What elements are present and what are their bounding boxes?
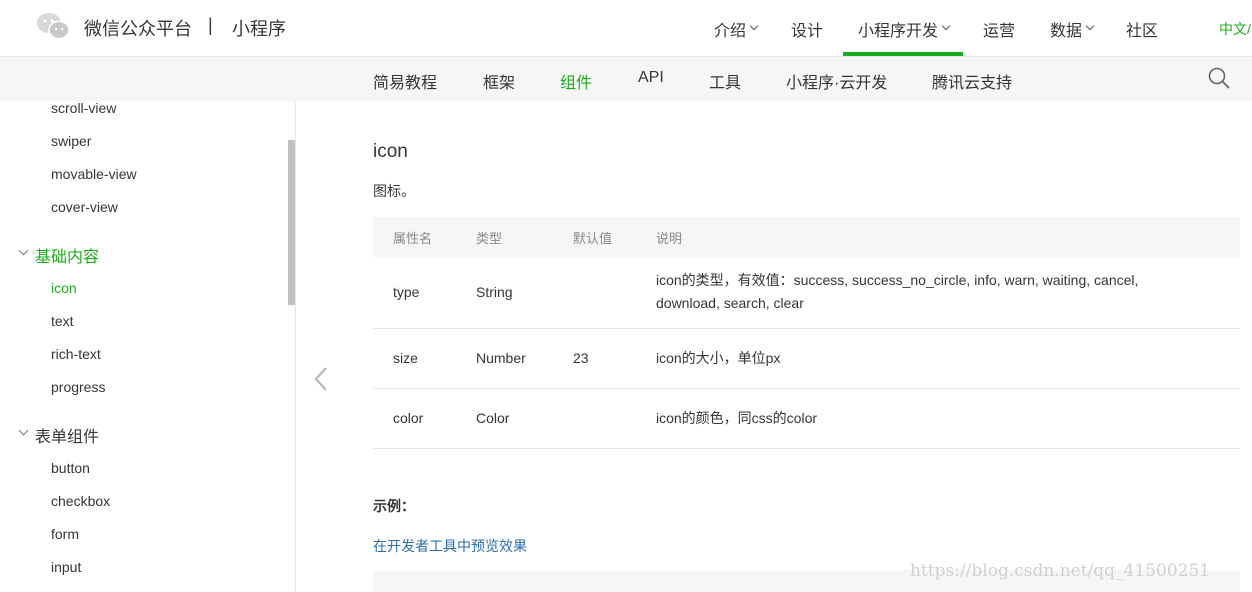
page-description: 图标。 bbox=[373, 183, 415, 199]
property-table: 属性名 类型 默认值 说明 type String icon的类型，有效值：su… bbox=[373, 217, 1240, 449]
nav-operations[interactable]: 运营 bbox=[983, 0, 1015, 57]
preview-in-devtools-link[interactable]: 在开发者工具中预览效果 bbox=[373, 536, 527, 556]
chevron-down-icon bbox=[749, 21, 759, 31]
cell-default: 23 bbox=[553, 328, 636, 389]
subnav-api[interactable]: API bbox=[638, 69, 664, 87]
sidebar-item-text[interactable]: text bbox=[51, 313, 74, 329]
sidebar-item-form[interactable]: form bbox=[51, 526, 79, 542]
sidebar-item-cover-view[interactable]: cover-view bbox=[51, 199, 118, 215]
column-header-type: 类型 bbox=[456, 217, 553, 257]
subnav-cloud-dev[interactable]: 小程序·云开发 bbox=[786, 69, 887, 93]
column-header-name: 属性名 bbox=[373, 217, 456, 257]
cell-description: icon的颜色，同css的color bbox=[636, 388, 1240, 449]
sidebar-item-rich-text[interactable]: rich-text bbox=[51, 346, 101, 362]
chevron-down-icon[interactable] bbox=[18, 245, 29, 256]
nav-intro[interactable]: 介绍 bbox=[714, 0, 759, 57]
cell-type: Color bbox=[456, 388, 553, 449]
sidebar-item-progress[interactable]: progress bbox=[51, 379, 105, 395]
subnav-tutorial[interactable]: 简易教程 bbox=[373, 69, 437, 93]
nav-operations-label: 运营 bbox=[983, 22, 1016, 40]
sidebar-group-basic-content[interactable]: 基础内容 bbox=[35, 243, 99, 267]
table-header-row: 属性名 类型 默认值 说明 bbox=[373, 217, 1240, 257]
sidebar-group-form-components[interactable]: 表单组件 bbox=[35, 423, 99, 447]
subnav-components[interactable]: 组件 bbox=[560, 69, 592, 93]
table-row: color Color icon的颜色，同css的color bbox=[373, 388, 1240, 449]
cell-type: Number bbox=[456, 328, 553, 389]
sidebar-item-swiper[interactable]: swiper bbox=[51, 133, 91, 149]
sidebar: scroll-view swiper movable-view cover-vi… bbox=[0, 100, 296, 592]
nav-data-label: 数据 bbox=[1050, 22, 1083, 40]
cell-default bbox=[553, 257, 636, 329]
miniprogram-title[interactable]: 小程序 bbox=[232, 15, 286, 41]
platform-brand[interactable]: 微信公众平台 bbox=[84, 15, 192, 41]
nav-community[interactable]: 社区 bbox=[1126, 0, 1158, 57]
top-header: 微信公众平台 | 小程序 介绍 设计 小程序开发 运营 数据 社区 中文/ bbox=[0, 0, 1252, 57]
sidebar-item-movable-view[interactable]: movable-view bbox=[51, 166, 137, 182]
sidebar-scrollbar[interactable] bbox=[288, 140, 295, 305]
cell-name: type bbox=[373, 257, 456, 329]
nav-design-label: 设计 bbox=[791, 22, 824, 40]
chevron-down-icon bbox=[941, 21, 951, 31]
nav-intro-label: 介绍 bbox=[714, 22, 747, 40]
sidebar-item-input[interactable]: input bbox=[51, 559, 81, 575]
table-row: type String icon的类型，有效值：success, success… bbox=[373, 257, 1240, 329]
example-heading: 示例： bbox=[373, 498, 415, 514]
nav-data[interactable]: 数据 bbox=[1050, 0, 1095, 57]
subnav-framework[interactable]: 框架 bbox=[483, 69, 515, 93]
cell-default bbox=[553, 388, 636, 449]
nav-development[interactable]: 小程序开发 bbox=[858, 0, 951, 57]
table-row: size Number 23 icon的大小，单位px bbox=[373, 328, 1240, 389]
nav-development-label: 小程序开发 bbox=[858, 22, 939, 40]
chevron-down-icon[interactable] bbox=[18, 425, 29, 436]
sidebar-item-checkbox[interactable]: checkbox bbox=[51, 493, 110, 509]
nav-community-label: 社区 bbox=[1126, 22, 1159, 40]
column-header-default: 默认值 bbox=[553, 217, 636, 257]
language-switch[interactable]: 中文/ bbox=[1219, 19, 1251, 39]
cell-type: String bbox=[456, 257, 553, 329]
sidebar-item-scroll-view[interactable]: scroll-view bbox=[51, 100, 116, 116]
cell-description: icon的大小，单位px bbox=[636, 328, 1240, 389]
cell-name: size bbox=[373, 328, 456, 389]
cell-description: icon的类型，有效值：success, success_no_circle, … bbox=[636, 257, 1240, 329]
cell-name: color bbox=[373, 388, 456, 449]
sidebar-item-button[interactable]: button bbox=[51, 460, 90, 476]
subnav-tools[interactable]: 工具 bbox=[709, 69, 741, 93]
chevron-left-icon[interactable] bbox=[314, 366, 328, 392]
nav-design[interactable]: 设计 bbox=[791, 0, 823, 57]
column-header-description: 说明 bbox=[636, 217, 1240, 257]
page-title: icon bbox=[373, 141, 408, 162]
search-icon[interactable] bbox=[1208, 67, 1230, 89]
wechat-logo-icon[interactable] bbox=[36, 12, 70, 40]
watermark: https://blog.csdn.net/qq_41500251 bbox=[910, 561, 1211, 581]
brand-separator: | bbox=[208, 15, 213, 35]
chevron-down-icon bbox=[1085, 21, 1095, 31]
sub-navigation: 简易教程 框架 组件 API 工具 小程序·云开发 腾讯云支持 bbox=[0, 57, 1252, 102]
sidebar-item-icon[interactable]: icon bbox=[51, 280, 77, 296]
active-nav-indicator bbox=[843, 52, 963, 56]
subnav-tencent-cloud[interactable]: 腾讯云支持 bbox=[932, 69, 1012, 93]
